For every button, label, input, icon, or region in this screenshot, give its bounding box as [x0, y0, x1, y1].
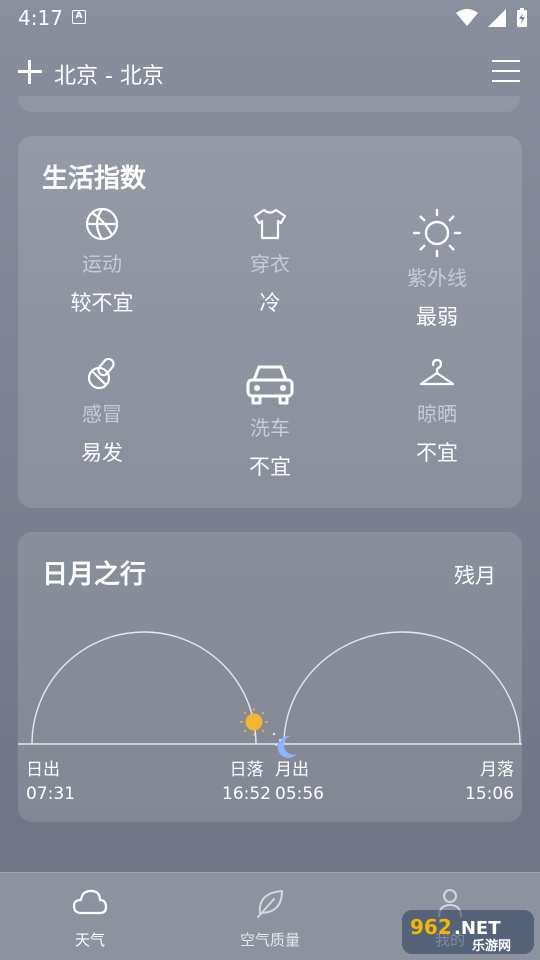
- index-item-sport[interactable]: 运动 较不宜: [27, 206, 177, 317]
- index-item-uv[interactable]: 紫外线 最弱: [362, 206, 512, 331]
- tab-label: 空气质量: [239, 931, 300, 949]
- add-city-button[interactable]: [16, 58, 44, 86]
- cloud-icon: [72, 889, 108, 915]
- moonset-label: 月落: [480, 760, 514, 780]
- car-icon: [246, 365, 294, 405]
- svg-text:.NET: .NET: [454, 918, 501, 939]
- menu-button[interactable]: [492, 60, 520, 82]
- moonset-info: 月落 15:06: [465, 758, 514, 806]
- index-label: 晾晒: [417, 402, 457, 426]
- index-value: 冷: [259, 291, 281, 315]
- notification-icon: A: [72, 10, 86, 24]
- tshirt-icon: [253, 208, 287, 240]
- app-header: 北京 - 北京: [0, 52, 540, 94]
- sun-marker-icon: [240, 708, 268, 736]
- leaf-icon: [257, 890, 283, 918]
- wifi-icon: [456, 9, 478, 26]
- moonrise-info: 月出 05:56: [275, 758, 324, 806]
- index-value: 易发: [81, 441, 123, 465]
- svg-text:乐游网: 乐游网: [472, 938, 511, 954]
- status-bar: 4:17 A: [0, 0, 540, 36]
- index-item-drying[interactable]: 晾晒 不宜: [362, 356, 512, 467]
- tab-label: 天气: [74, 931, 105, 949]
- life-index-card: 生活指数 运动 较不宜 穿衣 冷 紫外线 最弱 感冒 易发 洗车 不宜 晾晒 不…: [18, 136, 522, 508]
- moonset-time: 15:06: [465, 784, 514, 804]
- watermark-logo: 962 .NET 乐游网: [402, 910, 534, 954]
- sunset-time: 16:52: [222, 784, 271, 804]
- life-index-title: 生活指数: [42, 164, 147, 194]
- sunrise-time: 07:31: [26, 784, 75, 804]
- index-value: 最弱: [416, 305, 458, 329]
- sun-arc: [31, 631, 257, 745]
- index-label: 运动: [82, 252, 122, 276]
- status-time: 4:17: [18, 6, 63, 30]
- city-title: 北京 - 北京: [54, 64, 164, 89]
- sunrise-label: 日出: [26, 760, 60, 780]
- status-icons: [456, 8, 528, 28]
- sun-moon-card: 日月之行 残月 日出 07:31 日落 16:52 月出 05:56 月落 15…: [18, 532, 522, 822]
- sunrise-info: 日出 07:31: [26, 758, 75, 806]
- index-value: 较不宜: [70, 291, 134, 315]
- index-item-clothing[interactable]: 穿衣 冷: [195, 206, 345, 317]
- sun-icon: [412, 208, 462, 258]
- tab-weather[interactable]: 天气: [0, 873, 180, 960]
- basketball-icon: [85, 207, 119, 241]
- index-item-cold[interactable]: 感冒 易发: [27, 356, 177, 467]
- battery-icon: [517, 8, 527, 27]
- moonrise-label: 月出: [275, 760, 309, 780]
- hanger-icon: [419, 358, 455, 386]
- index-label: 穿衣: [250, 252, 290, 276]
- index-value: 不宜: [249, 455, 291, 479]
- pill-icon: [87, 357, 115, 390]
- svg-text:962: 962: [410, 915, 452, 939]
- index-value: 不宜: [416, 441, 458, 465]
- index-label: 紫外线: [407, 266, 467, 290]
- index-item-carwash[interactable]: 洗车 不宜: [195, 362, 345, 481]
- moon-arc: [283, 631, 521, 745]
- index-label: 洗车: [250, 416, 290, 440]
- moonrise-time: 05:56: [275, 784, 324, 804]
- sunset-label: 日落: [229, 760, 264, 780]
- tab-air-quality[interactable]: 空气质量: [180, 873, 360, 960]
- signal-icon: [488, 9, 506, 27]
- sunset-info: 日落 16:52: [222, 758, 271, 806]
- previous-card-edge: [18, 96, 520, 112]
- index-label: 感冒: [82, 402, 122, 426]
